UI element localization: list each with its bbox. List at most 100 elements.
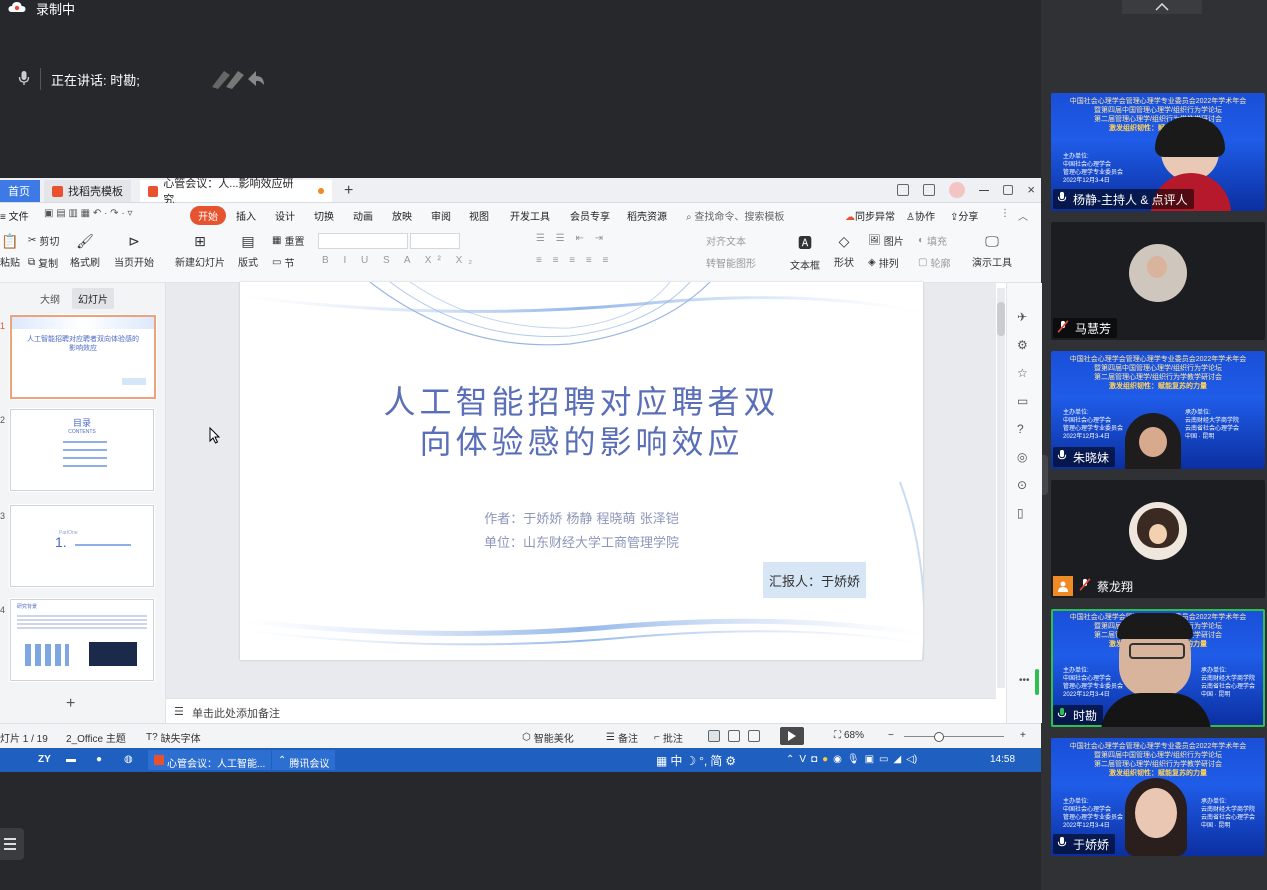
zoom-slider[interactable] [904,736,1004,737]
tab-slides[interactable]: 幻灯片 [72,288,114,309]
collapse-panel-button[interactable] [1122,0,1202,14]
participant-tile-active-speaker[interactable]: 中国社会心理学会管理心理学专业委员会2022年学术年会 暨第四届中国管理心理学/… [1051,609,1265,727]
tab-outline[interactable]: 大纲 [40,291,60,306]
search-command[interactable]: ⌕ 查找命令、搜索模板 [686,208,784,223]
chevron-up-icon[interactable]: ︿ [1018,208,1028,223]
folder-icon[interactable]: ▬ [66,754,76,765]
settings-sliders-icon[interactable]: ⚙ [1017,331,1028,359]
more-icon[interactable]: ⋮ [1000,208,1010,219]
book-icon[interactable]: ▯ [1017,499,1028,527]
tray-icon[interactable]: ◉ [833,754,842,765]
taskbar-wps-window[interactable]: 心管会议：人工智能... [148,750,272,770]
font-family-select[interactable] [318,233,408,249]
menu-review[interactable]: 审阅 [431,208,451,223]
outline-button[interactable]: ▢ 轮廓 [918,255,950,270]
wechat-icon[interactable]: ● [96,754,102,765]
smart-art-button[interactable]: 转智能图形 [706,255,756,270]
comments-button[interactable]: ⌐ 批注 [654,730,683,745]
tray-icon[interactable]: ▣ [865,754,874,765]
volume-icon[interactable]: ◁) [906,754,917,765]
add-slide-button[interactable]: + [66,695,75,713]
participant-tile[interactable]: 马慧芳 [1051,222,1265,340]
menu-animation[interactable]: 动画 [353,208,373,223]
wifi-icon[interactable]: ◢ [894,754,902,765]
help-icon[interactable]: ? [1017,415,1028,443]
picture-button[interactable]: 🖼 图片 [868,233,904,248]
palette-icon[interactable]: ◎ [1017,443,1028,471]
tray-icon[interactable]: ◘ [811,754,817,765]
microphone-icon[interactable]: 🎙 [847,754,860,765]
menu-member[interactable]: 会员专享 [570,208,610,223]
menu-start[interactable]: 开始 [190,206,226,225]
missing-font-button[interactable]: T? 缺失字体 [146,730,201,745]
slide-thumbnail[interactable]: PartOne 1. [10,505,154,587]
alignment-buttons[interactable]: ≡ ≡ ≡ ≡ ≡ [536,255,612,266]
quick-access-icons[interactable]: ▣ ▤ ▥ ▦ ↶ · ↷ · ▿ [44,208,132,219]
slide-thumbnail[interactable]: 目录 CONTENTS [10,409,154,491]
avatar[interactable] [949,182,966,198]
shape-button[interactable]: ◇ 形状 [834,233,854,269]
collab-button[interactable]: ♙协作 [906,208,935,223]
taskbar-meeting-window[interactable]: ⌃ 腾讯会议 [272,750,336,770]
zoom-in-button[interactable]: + [1020,730,1026,741]
tray-icon[interactable]: ● [822,754,828,765]
textbox-button[interactable]: 🅰 文本框 [790,233,820,272]
battery-icon[interactable]: ▭ [879,754,888,765]
menu-toggle-button[interactable] [0,828,24,860]
paragraph-buttons[interactable]: ☰ ☰ ⇤ ⇥ [536,233,607,244]
theme-name[interactable]: 2_Office 主题 [66,730,126,745]
recording-indicator[interactable]: 录制中 [8,0,75,17]
format-painter-button[interactable]: 🖌 格式刷 [70,233,100,269]
rocket-icon[interactable]: ✈ [1017,303,1028,331]
slide-thumbnail[interactable]: 人工智能招聘对应聘者双向体验感的影响效应 [10,315,156,399]
rail-icons[interactable]: ✈ ⚙ ☆ ▭ ? ◎ ⊙ ▯ [1017,303,1028,527]
menu-insert[interactable]: 插入 [236,208,256,223]
presentation-tools-button[interactable]: 🖵 演示工具 [972,233,1012,269]
participant-tile[interactable]: 中国社会心理学会管理心理学专业委员会2022年学术年会 暨第四届中国管理心理学/… [1051,738,1265,856]
notes-button[interactable]: ☰ 备注 [606,730,638,745]
new-tab-button[interactable]: + [336,180,361,202]
play-from-current-button[interactable]: ⊳ 当页开始 [114,233,154,269]
play-button[interactable] [780,727,804,745]
share-button[interactable]: ⇪分享 [950,208,978,223]
tab-template[interactable]: 找稻壳模板 [44,180,131,202]
copy-button[interactable]: ⧉ 复制 [28,255,58,270]
slide-thumbnail[interactable]: 研究背景 [10,599,154,681]
section-button[interactable]: ▭ 节 [272,255,294,270]
participant-tile[interactable]: 蔡龙翔 [1051,480,1265,598]
menu-resources[interactable]: 稻壳资源 [627,208,667,223]
paste-button[interactable]: 📋 粘贴 [0,233,20,269]
more-icon[interactable]: ••• [1019,675,1030,686]
minimize-icon[interactable] [979,189,990,191]
location-icon[interactable]: ⊙ [1017,471,1028,499]
font-style-buttons[interactable]: B I U S A X² X₂ [322,255,478,266]
layout-icon[interactable] [897,184,910,196]
participant-tile[interactable]: 中国社会心理学会管理心理学专业委员会2022年学术年会 暨第四届中国管理心理学/… [1051,93,1265,211]
align-text-button[interactable]: 对齐文本 [706,233,746,248]
star-icon[interactable]: ☆ [1017,359,1028,387]
restore-icon[interactable] [1003,185,1014,195]
view-mode-buttons[interactable] [708,730,760,742]
ime-indicator[interactable]: ▦ 中 ☽ °, 简 ⚙ [656,752,736,769]
tab-document[interactable]: 心管会议：人...影响效应研究 [140,178,332,206]
new-slide-button[interactable]: ⊞ 新建幻灯片 [175,233,225,269]
participant-tile[interactable]: 中国社会心理学会管理心理学专业委员会2022年学术年会 暨第四届中国管理心理学/… [1051,351,1265,469]
beautify-button[interactable]: ⬡ 智能美化 [522,730,574,745]
firefox-icon[interactable]: ◍ [124,754,133,765]
vertical-scrollbar[interactable] [997,288,1005,688]
menu-devtools[interactable]: 开发工具 [510,208,550,223]
zoom-fit-button[interactable]: ⛶ 68% [834,730,864,741]
close-icon[interactable]: × [1027,183,1035,196]
notes-area[interactable]: ☰ 单击此处添加备注 [166,698,996,724]
zoom-slider-thumb[interactable] [934,732,944,742]
menu-switch[interactable]: 切换 [314,208,334,223]
arrange-button[interactable]: ◈ 排列 [868,255,899,270]
font-size-select[interactable] [410,233,460,249]
current-slide[interactable]: 人工智能招聘对应聘者双 向体验感的影响效应 作者：于娇娇 杨静 程晓萌 张泽铠 … [240,282,923,660]
normal-view-icon[interactable] [708,730,720,742]
tray-icon[interactable]: V [799,754,806,765]
sorter-view-icon[interactable] [728,730,740,742]
system-tray[interactable]: ⌃ V ◘ ● ◉ 🎙 ▣ ▭ ◢ ◁) [786,754,917,765]
pen-annotation-icon[interactable] [208,65,264,94]
zoom-out-button[interactable]: − [888,730,894,741]
